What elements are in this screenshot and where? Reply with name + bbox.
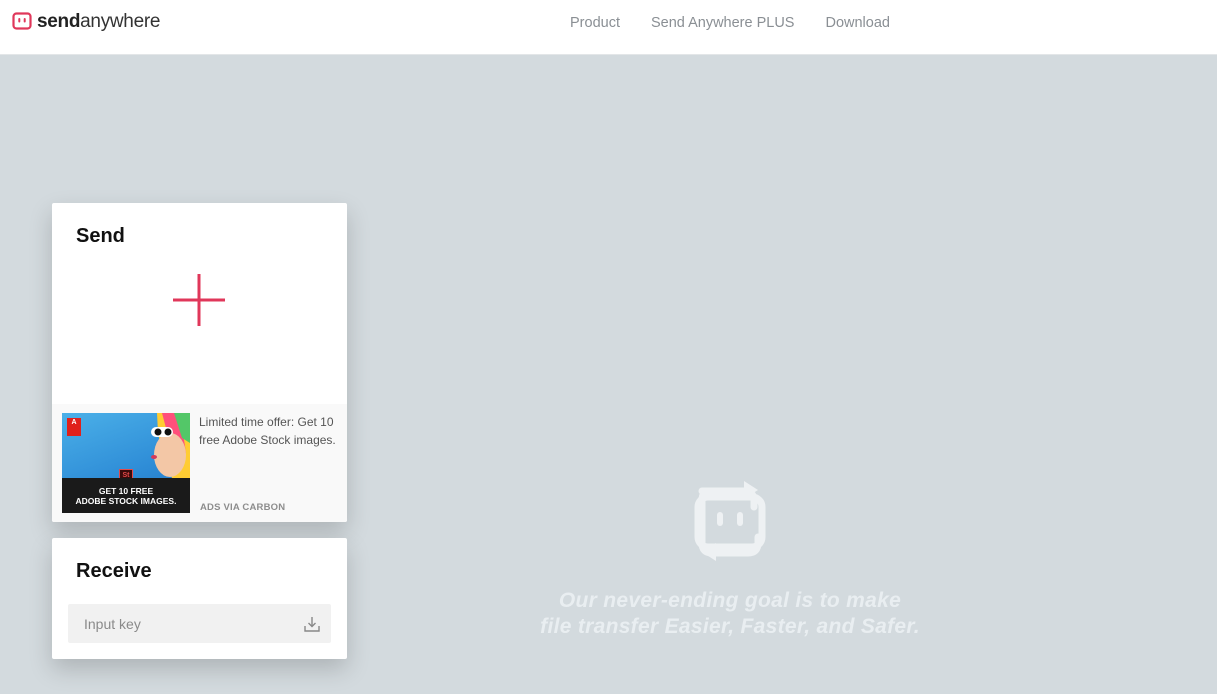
plus-icon[interactable] bbox=[173, 274, 225, 326]
logo-icon bbox=[12, 12, 32, 30]
receive-title: Receive bbox=[76, 560, 152, 582]
ad-image-line1: GET 10 FREE bbox=[98, 486, 154, 496]
ad-via-carbon[interactable]: ADS VIA CARBON bbox=[200, 502, 285, 513]
nav-send-anywhere-plus[interactable]: Send Anywhere PLUS bbox=[651, 15, 794, 31]
nav-product[interactable]: Product bbox=[570, 15, 620, 31]
ad-copy[interactable]: Limited time offer: Get 10 free Adobe St… bbox=[199, 413, 339, 449]
ad-image-text: GET 10 FREE ADOBE STOCK IMAGES. bbox=[62, 486, 190, 506]
nav-download[interactable]: Download bbox=[825, 15, 890, 31]
main-nav: Product Send Anywhere PLUS Download bbox=[570, 15, 921, 31]
send-card: Send A St GET 10 FREE ADOBE STOCK IMAGES… bbox=[52, 203, 347, 522]
carbon-ad[interactable]: A St GET 10 FREE ADOBE STOCK IMAGES. Lim… bbox=[52, 404, 347, 522]
top-header: sendanywhere Product Send Anywhere PLUS … bbox=[0, 0, 1217, 55]
send-title: Send bbox=[76, 225, 125, 247]
hero-tagline-line2: file transfer Easier, Faster, and Safer. bbox=[540, 615, 920, 638]
input-key-field[interactable] bbox=[84, 604, 294, 643]
brand-logo[interactable]: sendanywhere bbox=[12, 11, 160, 33]
adobe-logo-icon: A bbox=[67, 418, 81, 436]
receive-card: Receive bbox=[52, 538, 347, 659]
hero-logo-icon bbox=[694, 481, 766, 561]
logo-wordmark: sendanywhere bbox=[37, 11, 161, 32]
download-icon[interactable] bbox=[303, 615, 321, 633]
ad-image[interactable]: A St GET 10 FREE ADOBE STOCK IMAGES. bbox=[62, 413, 190, 513]
hero-tagline: Our never-ending goal is to make file tr… bbox=[440, 588, 1020, 640]
hero-tagline-line1: Our never-ending goal is to make bbox=[558, 589, 902, 612]
ad-image-line2: ADOBE STOCK IMAGES. bbox=[75, 496, 177, 506]
key-field bbox=[68, 604, 331, 643]
